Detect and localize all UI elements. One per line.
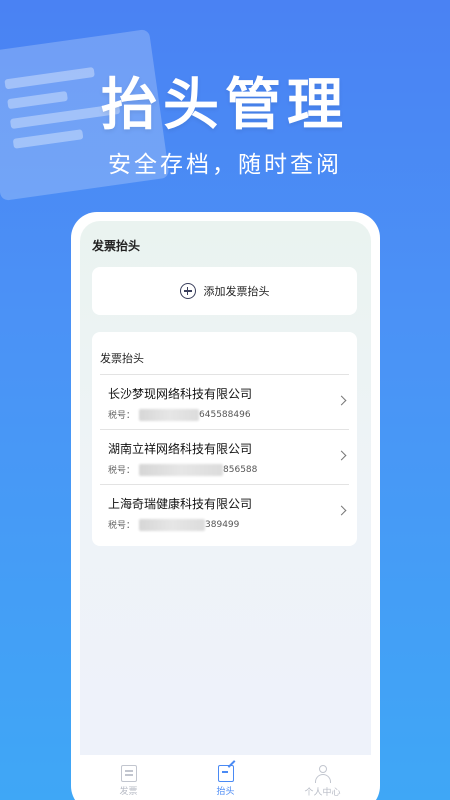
tab-profile[interactable]: 个人中心 [283, 765, 363, 798]
list-item[interactable]: 长沙梦现网络科技有限公司 税号： 645588496 [100, 375, 349, 430]
tax-number-mask [139, 408, 200, 421]
page-title: 发票抬头 [92, 239, 141, 253]
invoice-title-list: 发票抬头 长沙梦现网络科技有限公司 税号： 645588496 湖南立祥网络科技… [92, 332, 357, 546]
add-invoice-title-label: 添加发票抬头 [203, 285, 270, 298]
tax-number-mask [139, 518, 206, 531]
list-item[interactable]: 湖南立祥网络科技有限公司 税号： 856588 [100, 430, 349, 485]
tax-number-mask [139, 463, 224, 476]
tax-number-tail: 856588 [223, 464, 258, 475]
tax-label: 税号： [108, 521, 136, 531]
tab-label: 个人中心 [304, 788, 341, 798]
tax-label: 税号： [108, 411, 136, 421]
edit-icon [217, 765, 234, 782]
tab-label: 抬头 [216, 787, 235, 797]
tax-label: 税号： [108, 466, 136, 476]
tab-label: 发票 [119, 787, 138, 797]
plus-circle-icon [179, 283, 196, 299]
phone-mockup: 发票抬头 添加发票抬头 发票抬头 长沙梦现网络科技有限公司 税号： 645588… [71, 212, 380, 800]
company-name: 长沙梦现网络科技有限公司 [108, 387, 253, 401]
invoice-icon [120, 765, 137, 782]
list-header: 发票抬头 [100, 332, 349, 375]
tab-invoice[interactable]: 发票 [89, 765, 169, 797]
tax-number-row: 税号： 389499 [108, 518, 349, 531]
tab-invoice-title[interactable]: 抬头 [186, 765, 266, 797]
tax-number-row: 税号： 645588496 [108, 408, 349, 421]
tax-number-row: 税号： 856588 [108, 463, 349, 476]
add-invoice-title-button[interactable]: 添加发票抬头 [92, 267, 357, 315]
bottom-tab-bar: 发票 抬头 个人中心 [80, 755, 371, 800]
list-item[interactable]: 上海奇瑞健康科技有限公司 税号： 389499 [100, 485, 349, 540]
hero-title: 抬头管理 [101, 73, 349, 138]
hero-subtitle: 安全存档，随时查阅 [108, 152, 342, 178]
user-icon [314, 765, 332, 783]
company-name: 上海奇瑞健康科技有限公司 [108, 497, 253, 511]
tax-number-tail: 645588496 [199, 409, 251, 420]
app-screen: 发票抬头 添加发票抬头 发票抬头 长沙梦现网络科技有限公司 税号： 645588… [80, 221, 371, 800]
company-name: 湖南立祥网络科技有限公司 [108, 442, 253, 456]
tax-number-tail: 389499 [205, 519, 240, 530]
